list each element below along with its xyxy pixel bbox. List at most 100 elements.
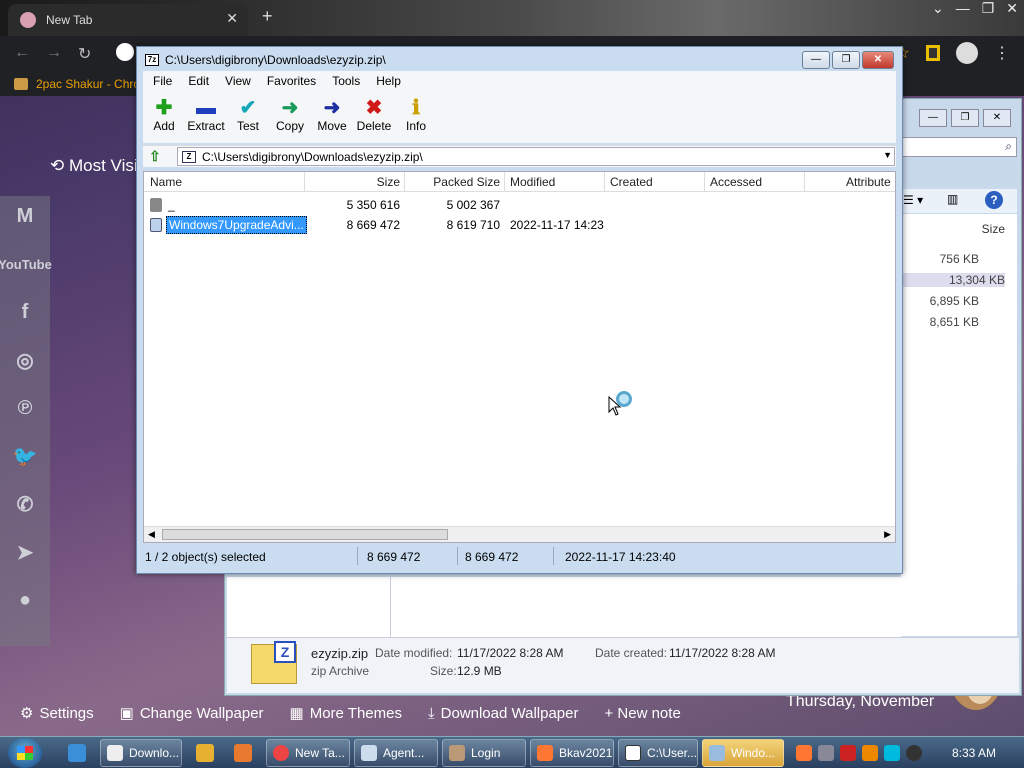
taskbar-agent[interactable]: Agent... [354,739,438,767]
more-themes-link[interactable]: ▦ More Themes [290,704,402,722]
table-row[interactable]: _ 5 350 616 5 002 367 [144,196,895,214]
column-modified[interactable]: Modified [510,175,555,189]
minimize-button[interactable]: — [802,51,830,69]
table-row-selected[interactable]: Windows7UpgradeAdvi... 8 669 472 8 619 7… [144,216,895,234]
explorer-search-input[interactable]: ⌕ [901,137,1017,157]
volume-tray-icon[interactable] [906,745,922,761]
reddit-icon[interactable]: ● [9,586,41,614]
restore-icon[interactable]: ❐ [982,0,995,17]
menu-tools[interactable]: Tools [324,74,368,88]
scroll-right-icon[interactable]: ▶ [884,529,891,540]
horizontal-scrollbar[interactable]: ◀ ▶ [144,526,895,542]
whatsapp-icon[interactable]: ✆ [9,490,41,518]
taskbar-downloads[interactable]: Downlo... [100,739,182,767]
column-divider[interactable] [604,172,605,192]
test-label: Test [236,119,259,133]
taskbar-7zip[interactable]: C:\User... [618,739,698,767]
taskbar-bkav[interactable]: Bkav2021 [530,739,614,767]
change-wallpaper-link[interactable]: ▣ Change Wallpaper [120,704,264,722]
paint-icon[interactable] [234,744,252,762]
profile-avatar[interactable] [956,42,978,64]
menu-edit[interactable]: Edit [180,74,217,88]
test-button[interactable]: ✔ Test [227,91,269,143]
scroll-left-icon[interactable]: ◀ [148,529,155,540]
download-wallpaper-link[interactable]: ⤓ Download Wallpaper [428,705,579,722]
explorer-maximize-button[interactable]: ❐ [951,109,979,127]
back-icon[interactable]: ← [14,44,30,62]
taskbar-new-tab[interactable]: New Ta... [266,739,350,767]
column-divider[interactable] [804,172,805,192]
column-created[interactable]: Created [610,175,653,189]
taskbar-login[interactable]: Login [442,739,526,767]
column-name[interactable]: Name [150,175,182,189]
explorer-minimize-button[interactable]: — [919,109,947,127]
display-tray-icon[interactable] [884,745,900,761]
file-list: Name Size Packed Size Modified Created A… [143,171,896,543]
details-file-name: ezyzip.zip [311,646,369,661]
size-column-header[interactable]: Size [901,222,1005,236]
chevron-down-icon[interactable]: ⌄ [932,0,944,17]
copy-button[interactable]: ➜ Copy [269,91,311,143]
column-packed-size[interactable]: Packed Size [424,175,500,189]
new-note-link[interactable]: + New note [604,705,680,722]
internet-explorer-icon[interactable] [68,744,86,762]
extract-button[interactable]: ▬ Extract [185,91,227,143]
instagram-icon[interactable]: ◎ [9,346,41,374]
help-icon[interactable]: ? [985,191,1003,209]
extension-icon[interactable] [926,45,940,61]
path-input[interactable]: Z C:\Users\digibrony\Downloads\ezyzip.zi… [177,147,895,166]
folder-up-icon[interactable]: ⇧ [149,148,165,164]
facebook-icon[interactable]: f [9,298,41,326]
chrome-menu-icon[interactable]: ⋮ [994,43,1010,63]
taskbar-windows-upgrade[interactable]: Windo... [702,739,784,767]
explorer-close-button[interactable]: ✕ [983,109,1011,127]
gear-icon: ⚙ [20,705,34,722]
close-button[interactable]: ✕ [862,51,894,69]
column-divider[interactable] [404,172,405,192]
gmail-icon[interactable]: M [9,202,41,230]
reload-icon[interactable]: ↻ [78,44,91,64]
start-button[interactable] [8,738,42,768]
telegram-icon[interactable]: ➤ [9,538,41,566]
new-tab-button[interactable]: + [262,6,273,27]
column-attribute[interactable]: Attribute [846,175,891,189]
network-tray-icon[interactable] [818,745,834,761]
menu-favorites[interactable]: Favorites [259,74,324,88]
delete-button[interactable]: ✖ Delete [353,91,395,143]
column-accessed[interactable]: Accessed [710,175,762,189]
column-divider[interactable] [704,172,705,192]
status-selection: 1 / 2 object(s) selected [145,550,266,564]
move-button[interactable]: ➜ Move [311,91,353,143]
zip-path-icon: Z [182,150,196,163]
column-size[interactable]: Size [344,175,400,189]
taskbar-clock[interactable]: 8:33 AM [952,746,996,760]
menu-view[interactable]: View [217,74,259,88]
search-tray-icon[interactable] [862,745,878,761]
pinterest-icon[interactable]: ℗ [9,394,41,422]
antivirus-tray-icon[interactable] [840,745,856,761]
column-divider[interactable] [504,172,505,192]
twitter-icon[interactable]: 🐦 [9,442,41,470]
settings-link[interactable]: ⚙ Settings [20,704,94,722]
scrollbar-thumb[interactable] [162,529,448,540]
tab-new-tab[interactable]: New Tab ✕ [8,4,248,36]
info-button[interactable]: ℹ Info [395,91,437,143]
youtube-icon[interactable]: YouTube [0,250,52,278]
details-size-value: 12.9 MB [457,664,502,678]
most-visited-heading[interactable]: ⟲ Most Visi [50,156,138,176]
add-button[interactable]: ✚ Add [143,91,185,143]
dropdown-arrow-icon[interactable]: ▼ [883,150,892,160]
bookmark-item[interactable]: 2pac Shakur - Chro [36,77,140,91]
forward-icon[interactable]: → [46,44,62,62]
menu-help[interactable]: Help [368,74,409,88]
bkav-tray-icon[interactable] [796,745,812,761]
minimize-icon[interactable]: — [956,0,970,17]
preview-pane-icon[interactable]: ▥ [947,192,958,206]
close-tab-icon[interactable]: ✕ [226,10,238,27]
close-icon[interactable]: ✕ [1006,0,1018,17]
maximize-button[interactable]: ❐ [832,51,860,69]
view-options-icon[interactable]: ☰ ▾ [903,193,923,207]
menu-file[interactable]: File [145,74,180,88]
column-divider[interactable] [304,172,305,192]
media-player-icon[interactable] [196,744,214,762]
